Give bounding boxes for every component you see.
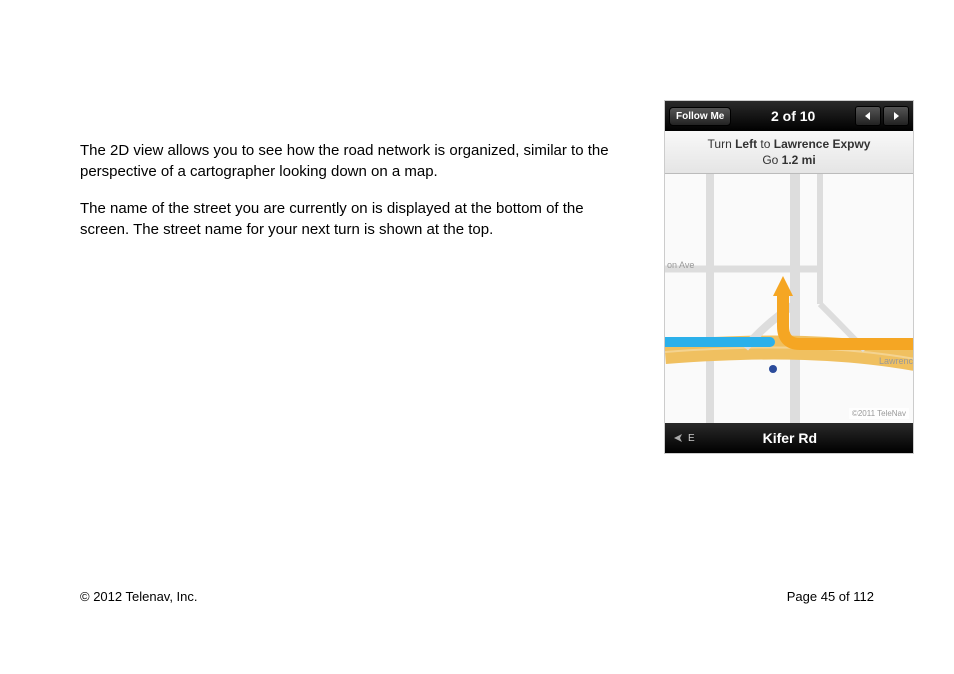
page-footer: © 2012 Telenav, Inc. Page 45 of 112 — [80, 589, 874, 604]
prev-step-button[interactable] — [855, 106, 881, 126]
page-number: Page 45 of 112 — [787, 589, 874, 604]
turn-instruction: Turn Left to Lawrence Expwy Go 1.2 mi — [665, 131, 913, 174]
step-counter: 2 of 10 — [737, 108, 849, 124]
follow-me-button[interactable]: Follow Me — [669, 107, 731, 126]
phone-screenshot: Follow Me 2 of 10 Turn Left to Lawrence … — [664, 100, 914, 454]
next-step-button[interactable] — [883, 106, 909, 126]
paragraph-2: The name of the street you are currently… — [80, 198, 634, 240]
phone-bottom-bar: E Kifer Rd — [665, 423, 913, 453]
map-street-label: on Ave — [667, 260, 694, 270]
paragraph-1: The 2D view allows you to see how the ro… — [80, 140, 634, 182]
current-street-label: Kifer Rd — [675, 430, 905, 446]
map-street-label: Lawrenc — [879, 356, 913, 366]
map-copyright: ©2011 TeleNav — [849, 408, 909, 419]
phone-top-bar: Follow Me 2 of 10 — [665, 101, 913, 131]
map-2d-view[interactable]: on Ave Lawrenc ©2011 TeleNav — [665, 174, 913, 423]
copyright-text: © 2012 Telenav, Inc. — [80, 589, 198, 604]
body-text: The 2D view allows you to see how the ro… — [80, 140, 634, 454]
